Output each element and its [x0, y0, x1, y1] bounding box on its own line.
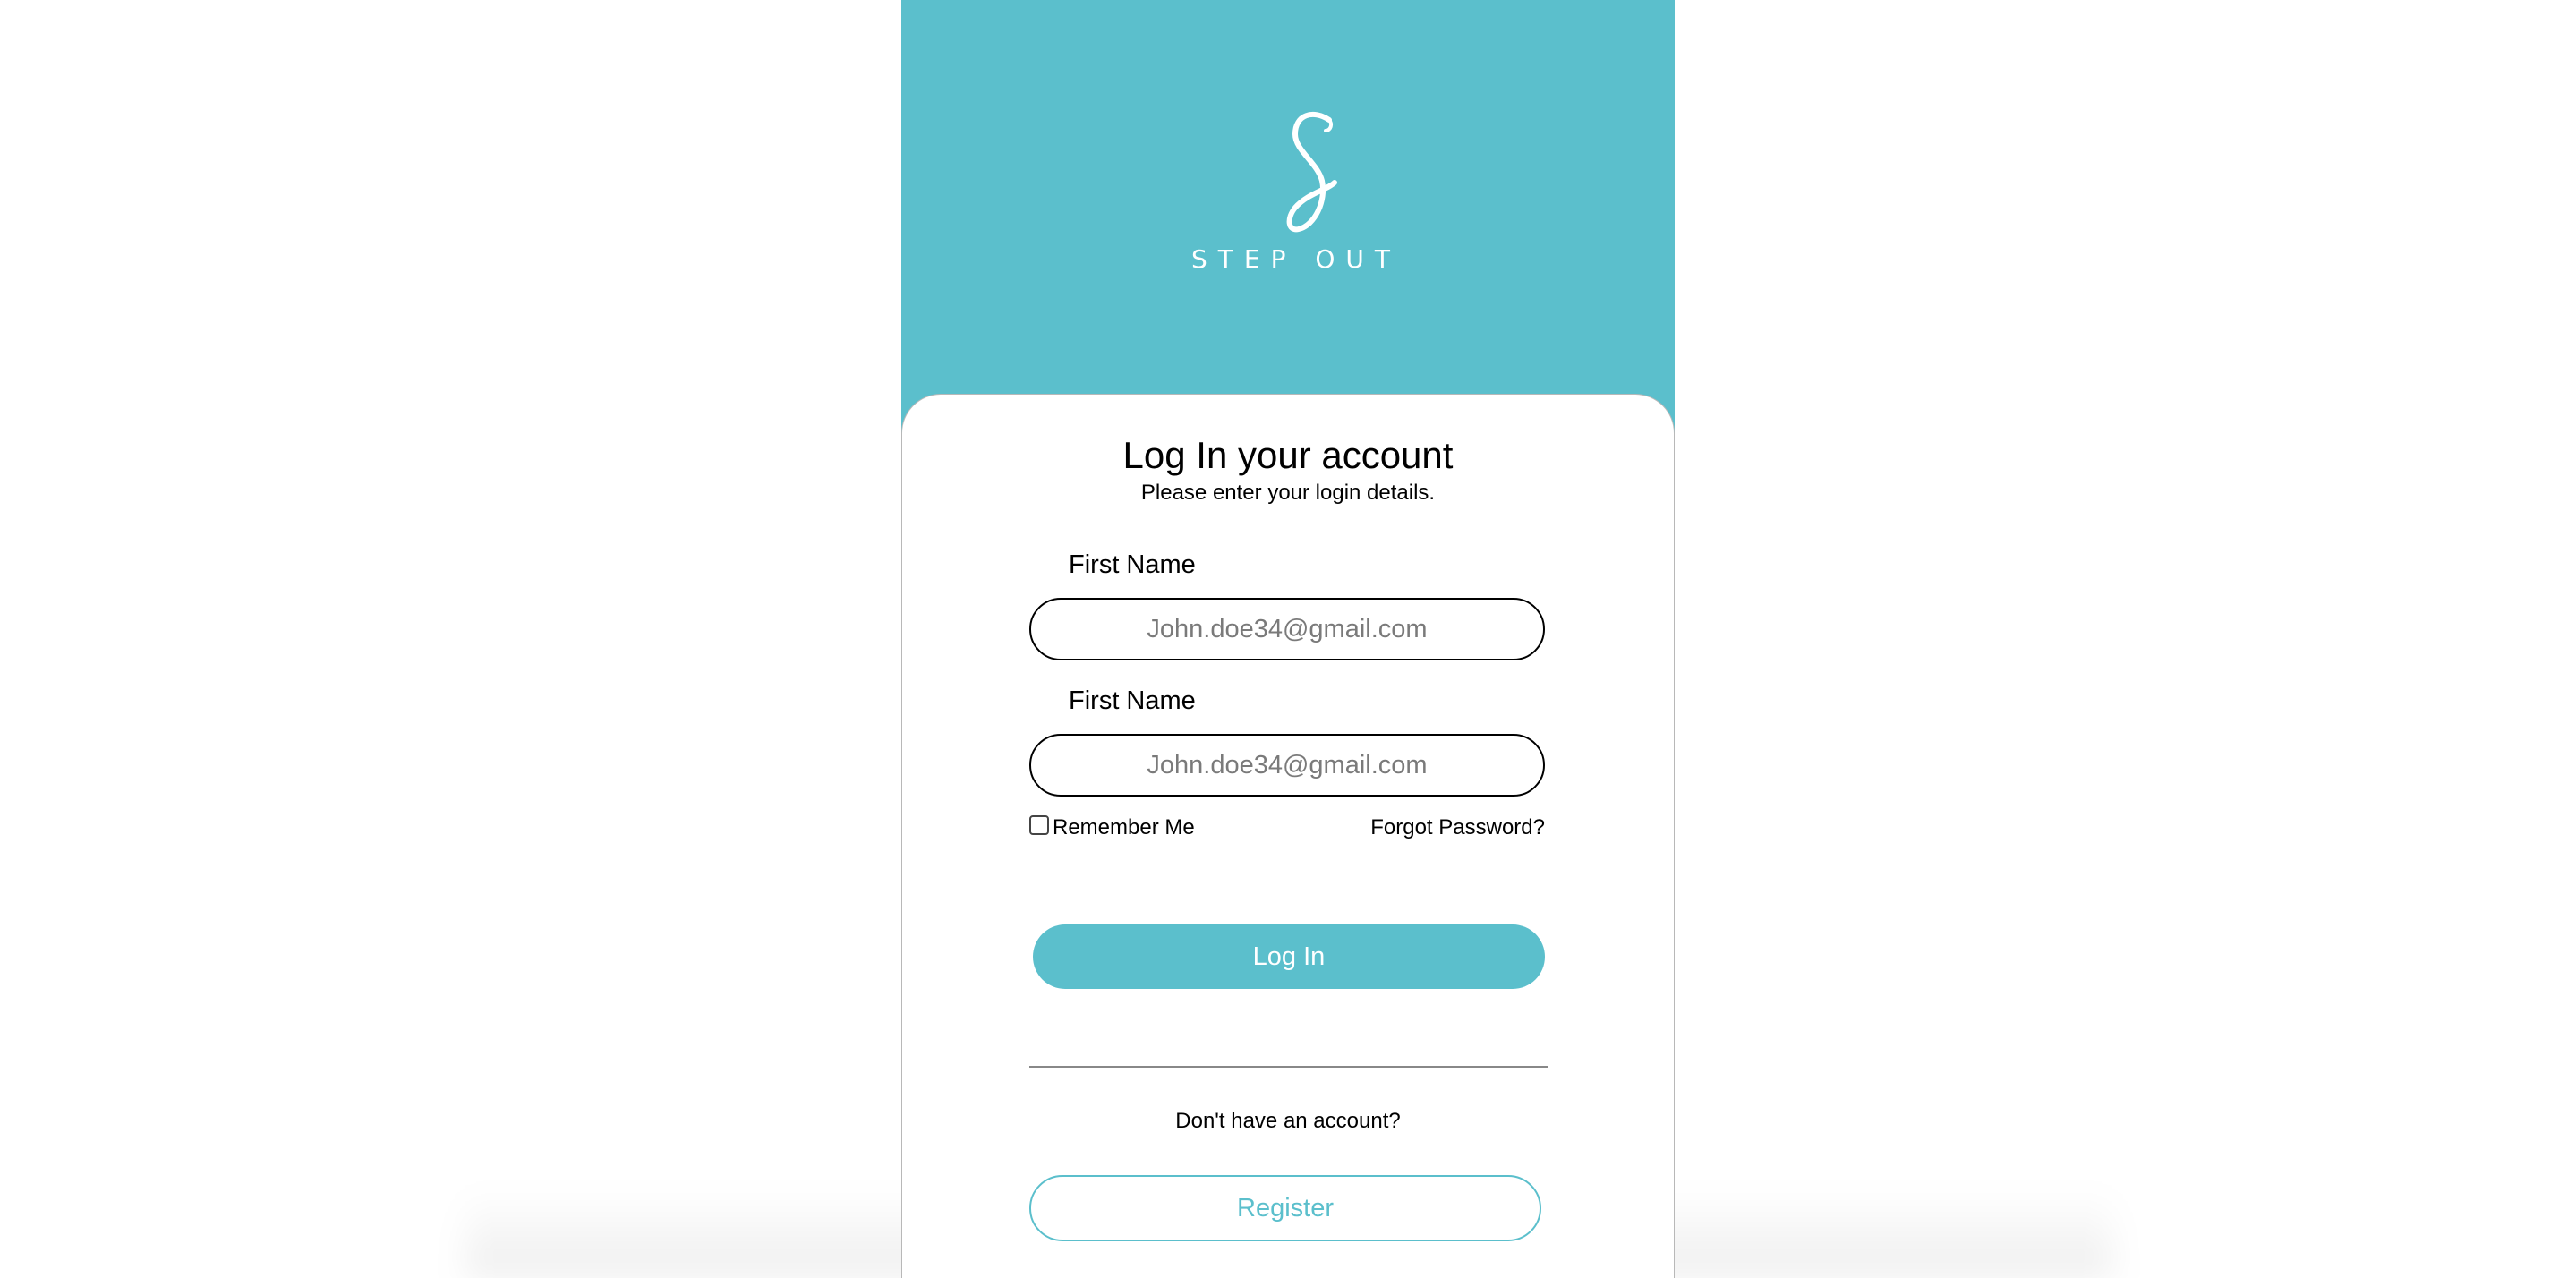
login-panel: STEP OUT Log In your account Please ente…: [901, 0, 1675, 1278]
login-button[interactable]: Log In: [1033, 924, 1545, 989]
field-label-1: First Name: [1069, 550, 1196, 579]
field-label-2: First Name: [1069, 686, 1196, 715]
first-name-input-1[interactable]: [1029, 598, 1545, 660]
page-subtitle: Please enter your login details.: [1140, 481, 1436, 505]
no-account-text: Don't have an account?: [1175, 1109, 1401, 1133]
remember-me-checkbox[interactable]: [1029, 815, 1049, 835]
forgot-password-link[interactable]: Forgot Password?: [1370, 815, 1545, 840]
logo-wordmark: STEP OUT: [1191, 244, 1401, 274]
remember-me-label: Remember Me: [1053, 815, 1195, 839]
divider: [1029, 1066, 1548, 1068]
first-name-input-2[interactable]: [1029, 734, 1545, 797]
brand-logo: STEP OUT: [901, 107, 1675, 286]
logo-s-icon: [1286, 111, 1337, 233]
remember-me[interactable]: Remember Me: [1029, 815, 1195, 840]
page-title: Log In your account: [1122, 434, 1454, 476]
page: STEP OUT Log In your account Please ente…: [0, 0, 2576, 1278]
register-button[interactable]: Register: [1029, 1175, 1541, 1241]
login-card: Log In your account Please enter your lo…: [901, 394, 1675, 1278]
